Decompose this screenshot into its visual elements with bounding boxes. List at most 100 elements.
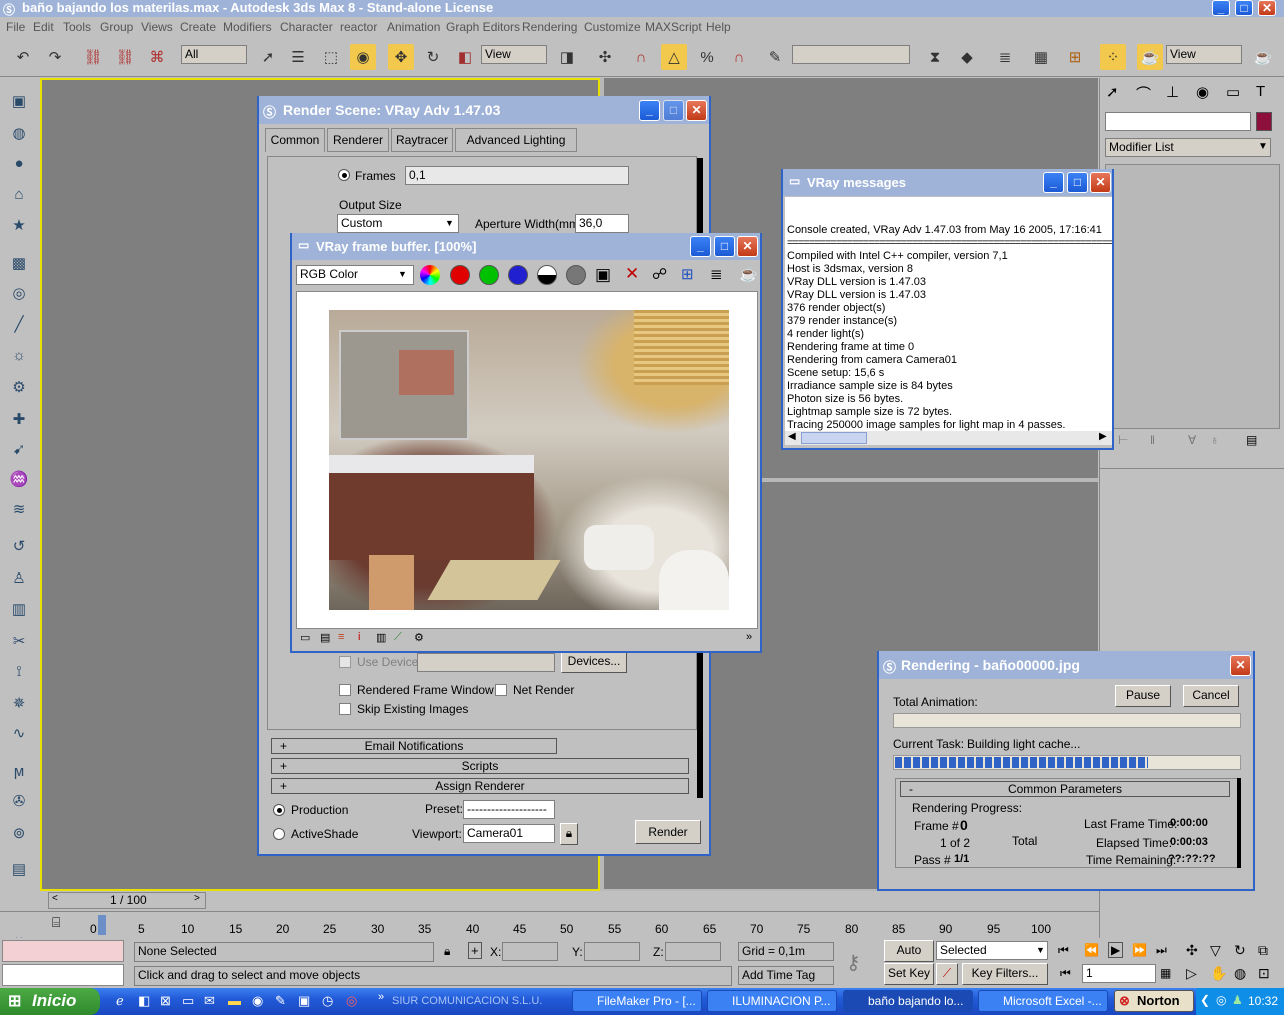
time-slider-thumb[interactable] (98, 915, 106, 935)
aperture-input[interactable]: 36,0 (575, 214, 629, 233)
create-cylinder-icon[interactable]: ◍ (6, 120, 32, 146)
excel-icon[interactable]: ⊠ (160, 993, 171, 1009)
previous-key-icon[interactable]: ⏪ (1084, 943, 1099, 957)
key-selection-dropdown[interactable]: Selected (936, 941, 1048, 960)
cancel-button[interactable]: Cancel (1183, 685, 1239, 707)
configure-sets-icon[interactable]: ▤ (1246, 433, 1257, 447)
maximize-viewport-icon[interactable]: ⊡ (1258, 965, 1270, 982)
tab-common[interactable]: Common (265, 128, 325, 152)
paint-icon[interactable]: ✎ (275, 993, 286, 1009)
opera-icon[interactable]: ◎ (346, 993, 357, 1009)
select-by-name-icon[interactable]: ☰ (285, 44, 311, 70)
create-teapot-icon[interactable]: ⌂ (6, 181, 32, 207)
undo-icon[interactable]: ↶ (10, 44, 36, 70)
add-time-tag[interactable]: Add Time Tag (738, 966, 834, 985)
tab-advanced-lighting[interactable]: Advanced Lighting (455, 128, 577, 152)
curve-editor-icon[interactable]: ▦ (1028, 44, 1054, 70)
use-device-checkbox[interactable] (339, 656, 351, 668)
set-key-button[interactable]: Set Key (884, 963, 934, 985)
menu-reactor[interactable]: reactor (340, 20, 377, 34)
outlook-icon[interactable]: ✉ (204, 993, 215, 1009)
pin-stack-icon[interactable]: ⊢ (1118, 433, 1128, 447)
photo-icon[interactable]: ▣ (298, 993, 310, 1009)
task-button-3dsmax[interactable]: baño bajando lo... (843, 990, 973, 1012)
create-box-icon[interactable]: ▣ (6, 88, 32, 114)
default-in-out-tangents-button[interactable]: ⟋ (936, 963, 958, 985)
blue-channel-icon[interactable] (508, 265, 528, 285)
time-configuration-icon[interactable]: ▦ (1160, 966, 1171, 980)
maxscript-listener-mini[interactable] (2, 940, 124, 962)
more-quicklaunch-icon[interactable]: » (378, 991, 384, 1003)
spinner-snap-icon[interactable]: ∩ (726, 44, 752, 70)
next-frame-icon[interactable]: > (194, 893, 200, 904)
email-notifications-rollout[interactable]: + Email Notifications (271, 738, 557, 754)
task-button-excel[interactable]: Microsoft Excel -... (978, 990, 1108, 1012)
schematic-view-icon[interactable]: ⊞ (1062, 44, 1088, 70)
folder-icon[interactable]: ▬ (228, 993, 241, 1008)
menu-graph-editors[interactable]: Graph Editors (446, 20, 520, 34)
absolute-mode-icon[interactable]: + (468, 942, 482, 959)
vray-messages-maximize[interactable]: □ (1067, 172, 1088, 193)
frame-buffer-close[interactable]: ✕ (737, 236, 758, 257)
scroll-right-icon[interactable]: ▶ (1099, 431, 1107, 442)
display-tab-icon[interactable]: ▭ (1226, 83, 1240, 101)
previous-frame-icon[interactable]: < (52, 893, 58, 904)
spring-icon[interactable]: ⟟ (6, 658, 32, 684)
current-frame-input[interactable]: 1 (1082, 964, 1156, 983)
menu-animation[interactable]: Animation (387, 20, 440, 34)
create-tab-icon[interactable]: ➚ (1106, 83, 1119, 101)
norton-badge[interactable]: ⊗ Norton (1114, 990, 1194, 1012)
maximize-button[interactable]: □ (1235, 0, 1253, 16)
object-color-swatch[interactable] (1256, 112, 1272, 131)
network-icon[interactable]: ◎ (1216, 993, 1226, 1007)
ie-icon[interactable]: ℯ (116, 993, 124, 1009)
key-filters-button[interactable]: Key Filters... (962, 963, 1048, 985)
task-button-iluminacion[interactable]: ILUMINACION P... (707, 990, 837, 1012)
menu-character[interactable]: Character (280, 20, 333, 34)
create-line-icon[interactable]: ╱ (6, 311, 32, 337)
task-button-filemaker[interactable]: FileMaker Pro - [... (572, 990, 702, 1012)
tab-raytracer[interactable]: Raytracer (391, 128, 453, 152)
redo-icon[interactable]: ↷ (42, 44, 68, 70)
minimize-button[interactable]: _ (1212, 0, 1230, 16)
close-button[interactable]: ✕ (1258, 0, 1276, 16)
align-icon[interactable]: ◆ (954, 44, 980, 70)
green-channel-icon[interactable] (479, 265, 499, 285)
curves-icon[interactable]: ⟋ (394, 631, 402, 644)
viewport-dropdown[interactable]: Camera01 (463, 824, 555, 843)
lock-viewport-button[interactable]: 🔒︎ (560, 823, 578, 845)
rope-icon[interactable]: ∿ (6, 720, 32, 746)
key-icon[interactable]: ⚷ (846, 950, 861, 975)
pan-icon[interactable]: ✋ (1210, 965, 1227, 982)
create-plane-icon[interactable]: ▩ (6, 250, 32, 276)
mono-icon[interactable] (566, 265, 586, 285)
reference-coord-dropdown[interactable]: View (481, 45, 547, 64)
go-to-start-icon[interactable]: ⏮ (1058, 943, 1069, 958)
select-rotate-icon[interactable]: ↻ (420, 44, 446, 70)
desktop-icon[interactable]: ▭ (182, 993, 194, 1009)
create-loft-icon[interactable]: ◎ (6, 280, 32, 306)
go-to-end-icon[interactable]: ⏭ (1156, 943, 1167, 958)
wrench-icon[interactable]: ✂ (6, 628, 32, 654)
material-editor-icon[interactable]: ⁘ (1100, 44, 1126, 70)
unlink-icon[interactable]: ⛓ (112, 44, 138, 70)
dialog-scrollbar[interactable] (1237, 778, 1241, 868)
show-info-icon[interactable]: ▤ (320, 631, 330, 644)
y-coordinate-input[interactable] (584, 942, 640, 961)
open-mini-curve-editor-icon[interactable]: ⌸ (52, 914, 60, 931)
create-camera-icon[interactable]: ⚙ (6, 374, 32, 400)
select-link-icon[interactable]: ⛓ (80, 44, 106, 70)
show-end-result-icon[interactable]: ‖ (1150, 433, 1155, 447)
preset-dropdown[interactable]: -------------------- (463, 800, 555, 819)
select-object-icon[interactable]: ➚ (255, 44, 281, 70)
layers-icon[interactable]: ≣ (710, 265, 723, 283)
create-light-icon[interactable]: ☼ (6, 342, 32, 368)
create-helper-icon[interactable]: ✚ (6, 406, 32, 432)
frames-input[interactable]: 0,1 (405, 166, 629, 185)
scroll-left-icon[interactable]: ◀ (788, 431, 796, 442)
devices-button[interactable]: Devices... (561, 651, 627, 673)
selection-lock-icon[interactable]: 🔒︎ (444, 944, 450, 959)
info-icon[interactable]: i (358, 631, 360, 643)
layer-manager-icon[interactable]: ≣ (992, 44, 1018, 70)
wave-icon[interactable]: ≋ (6, 496, 32, 522)
